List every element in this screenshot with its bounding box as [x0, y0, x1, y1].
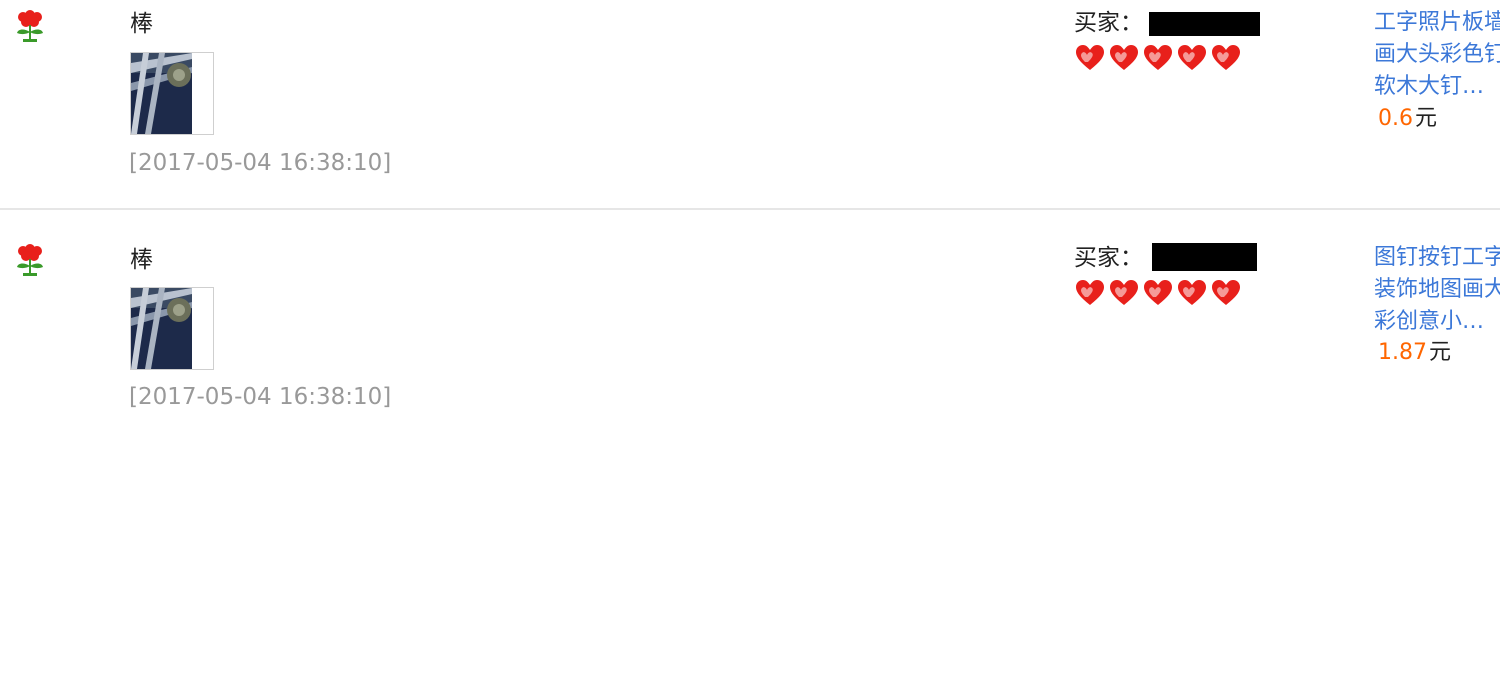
review-photo-thumbnail[interactable] — [130, 52, 214, 135]
review-comment: 棒 — [130, 11, 153, 37]
product-title-line: 画大头彩色钉 — [1374, 42, 1500, 67]
heart-icon — [1178, 45, 1206, 70]
review-row: 棒 [2017-05-04 16:38:10] 买家： — [0, 210, 1500, 440]
price-amount: 0.6 — [1378, 106, 1413, 131]
product-title-line: 软木大钉… — [1374, 74, 1485, 99]
heart-icon — [1212, 45, 1240, 70]
review-timestamp: [2017-05-04 16:38:10] — [129, 384, 392, 410]
product-title-line: 图钉按钉工字 — [1374, 245, 1500, 270]
product-title-line: 装饰地图画大 — [1374, 277, 1500, 302]
review-timestamp: [2017-05-04 16:38:10] — [129, 150, 392, 176]
review-comment: 棒 — [130, 247, 153, 273]
buyer-label: 买家： — [1074, 10, 1143, 36]
photo-thumbnail-image — [131, 53, 213, 134]
product-title-line: 彩创意小… — [1374, 309, 1485, 334]
flower-icon — [17, 244, 43, 276]
buyer-rank-hearts — [1074, 42, 1242, 74]
heart-icon — [1178, 280, 1206, 305]
heart-icon — [1110, 280, 1138, 305]
price-unit: 元 — [1428, 340, 1451, 365]
review-row: 棒 [2017-05-04 16:38:10] 买家： — [0, 0, 1500, 210]
heart-icon — [1076, 45, 1104, 70]
flower-icon — [17, 10, 43, 42]
buyer-label: 买家： — [1074, 245, 1143, 271]
heart-icon — [1144, 280, 1172, 305]
buyer-name-redacted — [1152, 243, 1257, 271]
product-price: 0.6元 — [1378, 104, 1437, 134]
heart-icon — [1076, 280, 1104, 305]
product-link[interactable]: 图钉按钉工字 装饰地图画大 彩创意小… — [1374, 242, 1500, 338]
price-unit: 元 — [1415, 106, 1438, 131]
product-link[interactable]: 工字照片板墙 画大头彩色钉 软木大钉… — [1374, 7, 1500, 103]
photo-thumbnail-image — [131, 288, 213, 369]
heart-icon — [1110, 45, 1138, 70]
review-list: 棒 [2017-05-04 16:38:10] 买家： 工字照片板墙 画大头彩色… — [0, 0, 1500, 440]
product-price: 1.87元 — [1378, 338, 1451, 368]
review-photo-thumbnail[interactable] — [130, 287, 214, 370]
heart-icon — [1144, 45, 1172, 70]
buyer-rank-hearts — [1074, 277, 1242, 309]
price-amount: 1.87 — [1378, 340, 1427, 365]
product-title-line: 工字照片板墙 — [1374, 10, 1500, 35]
heart-icon — [1212, 280, 1240, 305]
buyer-name-redacted — [1149, 12, 1260, 36]
